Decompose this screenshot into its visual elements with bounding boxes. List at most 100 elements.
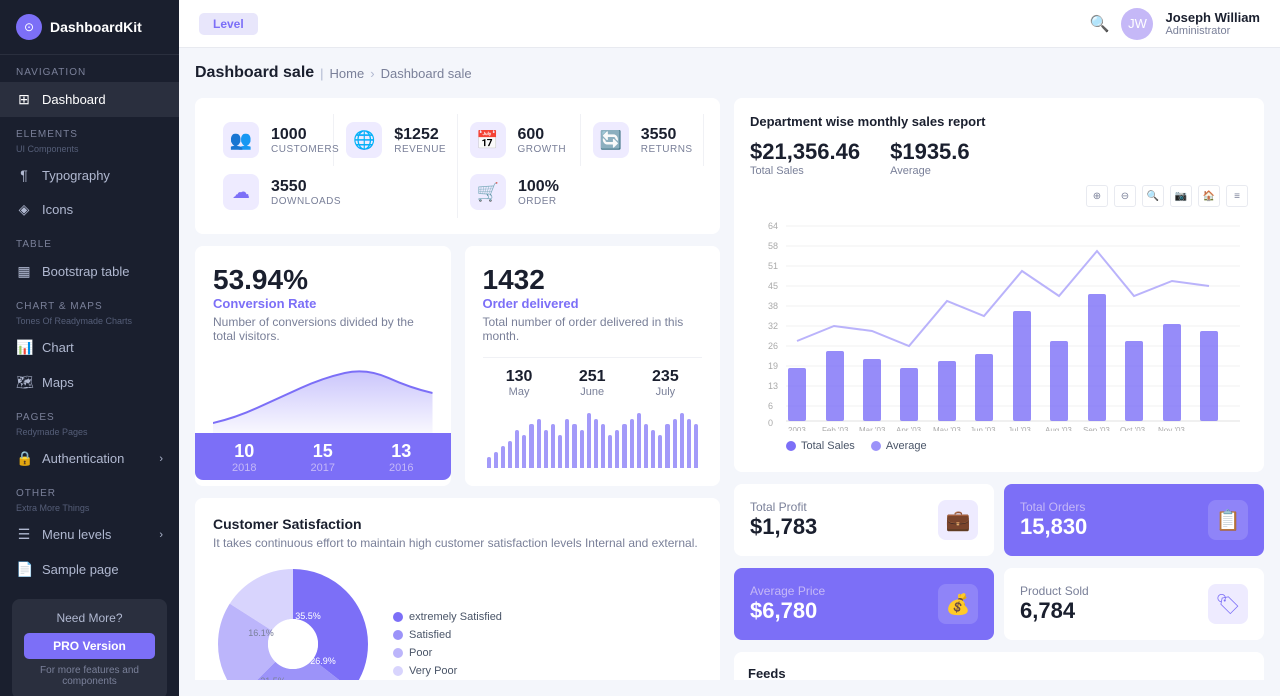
orders-desc: Total number of order delivered in this … — [483, 315, 703, 343]
average-stat: $1935.6 Average — [890, 139, 970, 177]
sidebar-item-typography[interactable]: ¶ Typography — [0, 158, 179, 192]
svg-text:21.5%: 21.5% — [260, 676, 286, 680]
sidebar-item-chart[interactable]: 📊 Chart — [0, 330, 179, 365]
product-sold-box: Product Sold 6,784 🏷 — [1004, 568, 1264, 640]
month-june: 251 June — [579, 368, 606, 398]
order-value: 100% — [518, 178, 559, 196]
revenue-label: REVENUE — [394, 144, 446, 155]
chevron-right-icon: › — [159, 529, 163, 541]
growth-label: GROWTH — [518, 144, 567, 155]
revenue-value: $1252 — [394, 126, 446, 144]
dashboard-icon: ⊞ — [16, 91, 32, 108]
legend-extremely-satisfied: extremely Satisfied — [393, 611, 502, 623]
total-orders-value: 15,830 — [1020, 514, 1087, 540]
legend-dot — [393, 630, 403, 640]
month-may: 130 May — [506, 368, 533, 398]
logo-icon: ⊙ — [16, 14, 42, 40]
stat-boxes-row: Total Profit $1,783 💼 Total Orders 15,83… — [734, 484, 1264, 556]
user-role: Administrator — [1165, 25, 1260, 37]
bar-mini — [658, 435, 662, 468]
total-sales-value: $21,356.46 — [750, 139, 860, 165]
bar-mini — [494, 452, 498, 469]
svg-text:Nov '03: Nov '03 — [1158, 426, 1185, 431]
bar-mini — [665, 424, 669, 468]
orders-months: 130 May 251 June 235 July — [483, 357, 703, 398]
svg-text:6: 6 — [768, 401, 773, 411]
left-column: 👥 1000 CUSTOMERS 🌐 $1252 REVENUE — [195, 98, 720, 680]
other-sublabel: Extra More Things — [0, 503, 179, 517]
sales-numbers: $21,356.46 Total Sales $1935.6 Average — [750, 139, 1248, 177]
maps-icon: 🗺 — [16, 374, 32, 391]
sidebar-item-label: Authentication — [42, 451, 124, 466]
chart-ctrl-4[interactable]: 📷 — [1170, 185, 1192, 207]
chart-ctrl-3[interactable]: 🔍 — [1142, 185, 1164, 207]
stats-card: 👥 1000 CUSTOMERS 🌐 $1252 REVENUE — [195, 98, 720, 234]
sidebar-item-label: Menu levels — [42, 527, 111, 542]
chart-maps-sublabel: Tones Of Readymade Charts — [0, 316, 179, 330]
pro-version-button[interactable]: PRO Version — [24, 633, 155, 659]
customers-label: CUSTOMERS — [271, 144, 339, 155]
returns-value: 3550 — [641, 126, 693, 144]
cust-sat-desc: It takes continuous effort to maintain h… — [213, 536, 702, 550]
customers-value: 1000 — [271, 126, 339, 144]
typography-icon: ¶ — [16, 167, 32, 183]
svg-text:16.1%: 16.1% — [248, 628, 274, 638]
legend-poor: Poor — [393, 647, 502, 659]
bar-mini — [680, 413, 684, 468]
total-orders-label: Total Orders — [1020, 500, 1087, 514]
downloads-value: 3550 — [271, 178, 341, 196]
breadcrumb-home[interactable]: Home — [330, 66, 365, 81]
conversion-desc: Number of conversions divided by the tot… — [213, 315, 433, 343]
product-sold-label: Product Sold — [1020, 584, 1089, 598]
right-column: Department wise monthly sales report $21… — [734, 98, 1264, 680]
level-button[interactable]: Level — [199, 13, 258, 35]
growth-value: 600 — [518, 126, 567, 144]
sidebar-item-label: Sample page — [42, 562, 119, 577]
chart-ctrl-5[interactable]: 🏠 — [1198, 185, 1220, 207]
stat-downloads: ☁ 3550 DOWNLOADS — [211, 166, 458, 218]
svg-text:Oct '03: Oct '03 — [1120, 426, 1146, 431]
feeds-card: Feeds 🔔 You have 3 pending tasks. Just N… — [734, 652, 1264, 680]
svg-text:45: 45 — [768, 281, 778, 291]
breadcrumb-current: Dashboard sale — [381, 66, 472, 81]
sidebar-item-icons[interactable]: ◈ Icons — [0, 192, 179, 227]
bar-mini — [529, 424, 533, 468]
bar-mini — [515, 430, 519, 469]
returns-icon: 🔄 — [593, 122, 629, 158]
sidebar-item-authentication[interactable]: 🔒 Authentication › — [0, 441, 179, 476]
stat-returns: 🔄 3550 RETURNS — [581, 114, 704, 166]
svg-text:Jun '03: Jun '03 — [970, 426, 996, 431]
sidebar-item-dashboard[interactable]: ⊞ Dashboard — [0, 82, 179, 117]
chart-ctrl-6[interactable]: ≡ — [1226, 185, 1248, 207]
profit-icon: 💼 — [938, 500, 978, 540]
revenue-icon: 🌐 — [346, 122, 382, 158]
search-icon[interactable]: 🔍 — [1090, 14, 1110, 34]
main-area: Level 🔍 JW Joseph William Administrator … — [179, 0, 1280, 696]
bar-mini — [651, 430, 655, 469]
sidebar-item-sample-page[interactable]: 📄 Sample page — [0, 552, 179, 587]
sidebar-item-menu-levels[interactable]: ☰ Menu levels › — [0, 517, 179, 552]
bar-mini — [544, 430, 548, 469]
returns-label: RETURNS — [641, 144, 693, 155]
svg-text:26: 26 — [768, 341, 778, 351]
bar-mini — [622, 424, 626, 468]
table-icon: ▦ — [16, 263, 32, 280]
chart-ctrl-1[interactable]: ⊕ — [1086, 185, 1108, 207]
sidebar-item-maps[interactable]: 🗺 Maps — [0, 365, 179, 400]
pages-sublabel: Redymade Pages — [0, 427, 179, 441]
bar-mini — [673, 419, 677, 469]
svg-text:38: 38 — [768, 301, 778, 311]
sidebar-item-bootstrap-table[interactable]: ▦ Bootstrap table — [0, 254, 179, 289]
chart-ctrl-2[interactable]: ⊖ — [1114, 185, 1136, 207]
sidebar-item-label: Dashboard — [42, 92, 106, 107]
pro-title: Need More? — [24, 611, 155, 625]
svg-text:51: 51 — [768, 261, 778, 271]
total-orders-box: Total Orders 15,830 📋 — [1004, 484, 1264, 556]
stat-revenue: 🌐 $1252 REVENUE — [334, 114, 457, 166]
average-label: Average — [890, 165, 970, 177]
svg-text:64: 64 — [768, 221, 778, 231]
stat-customers: 👥 1000 CUSTOMERS — [211, 114, 334, 166]
main-columns: 👥 1000 CUSTOMERS 🌐 $1252 REVENUE — [195, 98, 1264, 680]
sidebar-logo: ⊙ DashboardKit — [0, 0, 179, 55]
legend-very-poor: Very Poor — [393, 665, 502, 677]
